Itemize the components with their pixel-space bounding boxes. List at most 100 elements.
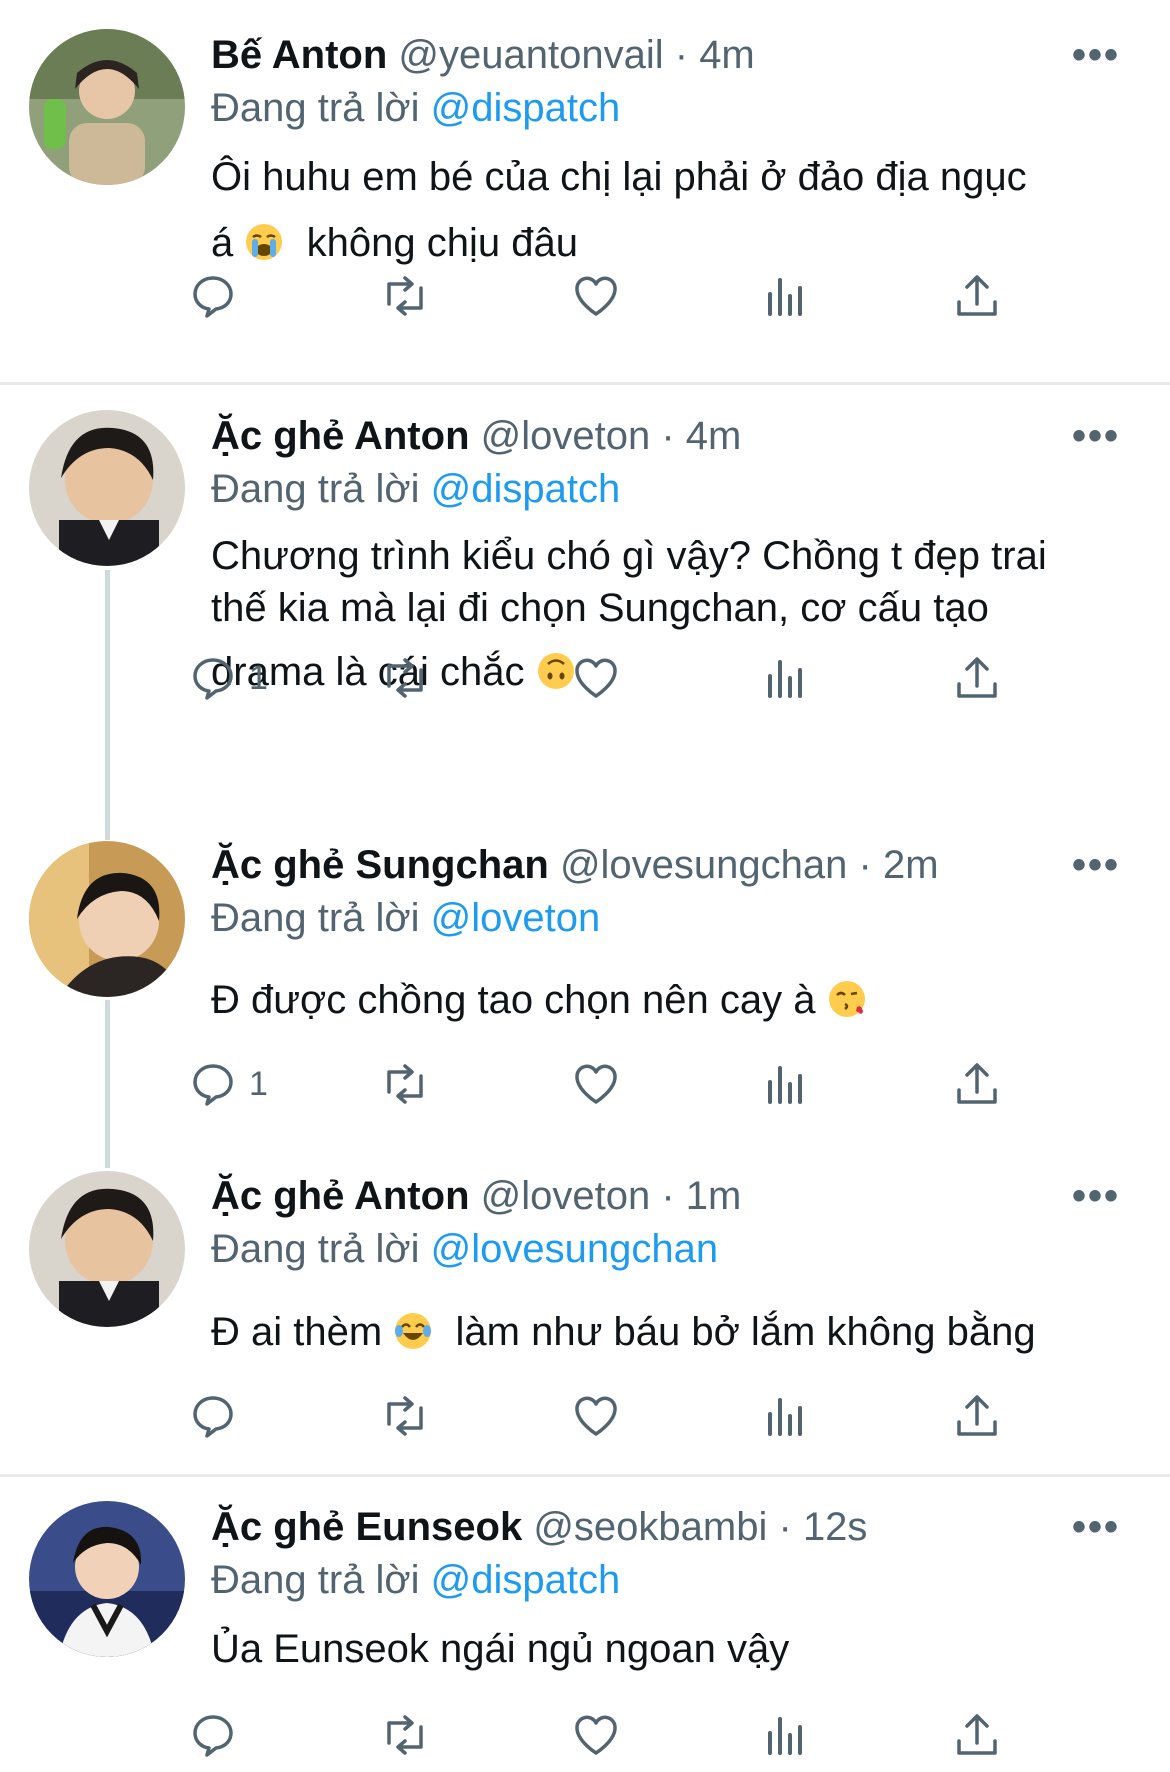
text-fragment: Đ được chồng tao chọn nên cay à	[211, 978, 816, 1022]
views-button[interactable]	[760, 1056, 812, 1112]
share-button[interactable]	[951, 268, 1003, 324]
reply-bubble-icon	[193, 1064, 233, 1106]
tears-of-joy-face-icon	[395, 1313, 432, 1349]
more-dots-icon[interactable]: •••	[1072, 27, 1120, 83]
replying-prefix: Đang trả lời	[211, 467, 431, 511]
more-dots-icon[interactable]: •••	[1072, 1499, 1120, 1555]
reply-button[interactable]	[187, 1707, 249, 1763]
views-button[interactable]	[760, 1388, 812, 1444]
like-button[interactable]	[570, 650, 622, 706]
text-fragment: Đ ai thèm	[211, 1310, 383, 1354]
retweet-button[interactable]	[379, 1056, 431, 1112]
like-button[interactable]	[570, 1388, 622, 1444]
more-dots-icon[interactable]: •••	[1072, 1168, 1120, 1224]
share-upload-icon	[957, 1714, 997, 1755]
reply-mention[interactable]: @lovesungchan	[431, 1227, 718, 1271]
action-bar: 1	[193, 650, 1031, 706]
text-line: Đ được chồng tao chọn nên cay à	[211, 971, 1141, 1029]
retweet-icon	[387, 1064, 423, 1104]
avatar[interactable]	[29, 410, 185, 566]
more-dots-icon[interactable]: •••	[1072, 408, 1120, 464]
share-button[interactable]	[951, 1388, 1003, 1444]
handle[interactable]: @lovesungchan	[560, 843, 847, 887]
tweet[interactable]: Ặc ghẻ Anton @loveton · 1m ••• Đang trả …	[0, 1146, 1170, 1474]
tweet[interactable]: Bế Anton @yeuantonvail · 4m ••• Đang trả…	[0, 0, 1170, 382]
retweet-button[interactable]	[379, 268, 431, 324]
separator: ·	[778, 1505, 803, 1549]
text-line: á không chịu đâu	[211, 214, 1141, 272]
share-upload-icon	[957, 1395, 997, 1436]
heart-icon	[575, 1064, 617, 1104]
reply-button[interactable]	[187, 268, 249, 324]
retweet-button[interactable]	[379, 1388, 431, 1444]
separator: ·	[674, 33, 700, 77]
reply-mention[interactable]: @dispatch	[431, 467, 621, 511]
views-button[interactable]	[760, 1707, 812, 1763]
display-name[interactable]: Ặc ghẻ Eunseok	[211, 1505, 522, 1549]
share-button[interactable]	[951, 650, 1003, 706]
timestamp[interactable]: 12s	[803, 1505, 868, 1549]
tweet-header: Ặc ghẻ Anton @loveton · 4m	[211, 408, 1170, 464]
display-name[interactable]: Ặc ghẻ Sungchan	[211, 843, 549, 887]
retweet-button[interactable]	[379, 1707, 431, 1763]
retweet-icon	[387, 1715, 423, 1755]
views-bar-chart-icon	[768, 660, 802, 698]
replying-to: Đang trả lời @dispatch	[211, 82, 620, 134]
action-bar	[193, 268, 1031, 324]
views-button[interactable]	[760, 650, 812, 706]
retweet-icon	[387, 1396, 423, 1436]
display-name[interactable]: Ặc ghẻ Anton	[211, 1174, 470, 1218]
avatar[interactable]	[29, 841, 185, 997]
share-button[interactable]	[951, 1707, 1003, 1763]
reply-mention[interactable]: @loveton	[431, 896, 601, 940]
reply-mention[interactable]: @dispatch	[431, 86, 621, 130]
reply-button[interactable]: 1	[187, 650, 268, 706]
retweet-button[interactable]	[379, 650, 431, 706]
more-dots-icon[interactable]: •••	[1072, 837, 1120, 893]
timestamp[interactable]: 4m	[686, 414, 742, 458]
reply-button[interactable]	[187, 1388, 249, 1444]
like-button[interactable]	[570, 1707, 622, 1763]
timestamp[interactable]: 1m	[686, 1174, 742, 1218]
handle[interactable]: @loveton	[481, 414, 651, 458]
reply-mention[interactable]: @dispatch	[431, 1558, 621, 1602]
views-bar-chart-icon	[768, 1398, 802, 1436]
reply-button[interactable]: 1	[187, 1056, 268, 1112]
handle[interactable]: @yeuantonvail	[398, 33, 663, 77]
like-button[interactable]	[570, 268, 622, 324]
heart-icon	[575, 276, 617, 316]
tweet[interactable]: Ặc ghẻ Eunseok @seokbambi · 12s ••• Đang…	[0, 1477, 1170, 1772]
avatar[interactable]	[29, 1501, 185, 1657]
replying-to: Đang trả lời @dispatch	[211, 1554, 620, 1606]
display-name[interactable]: Bế Anton	[211, 33, 387, 77]
replying-prefix: Đang trả lời	[211, 896, 431, 940]
avatar[interactable]	[29, 29, 185, 185]
like-button[interactable]	[570, 1056, 622, 1112]
views-bar-chart-icon	[768, 1066, 802, 1104]
tweet-text: Đ ai thèm làm như báu bở lắm không bằng	[211, 1303, 1141, 1361]
share-upload-icon	[957, 1063, 997, 1104]
tweet-header: Ặc ghẻ Anton @loveton · 1m	[211, 1168, 1170, 1224]
replying-prefix: Đang trả lời	[211, 1558, 431, 1602]
tweet[interactable]: Ặc ghẻ Sungchan @lovesungchan · 2m ••• Đ…	[0, 816, 1170, 1144]
share-button[interactable]	[951, 1056, 1003, 1112]
replying-prefix: Đang trả lời	[211, 1227, 431, 1271]
display-name[interactable]: Ặc ghẻ Anton	[211, 414, 470, 458]
timestamp[interactable]: 4m	[699, 33, 755, 77]
timestamp[interactable]: 2m	[883, 843, 939, 887]
avatar[interactable]	[29, 1171, 185, 1327]
separator: ·	[661, 414, 686, 458]
handle[interactable]: @seokbambi	[533, 1505, 767, 1549]
replying-prefix: Đang trả lời	[211, 86, 431, 130]
separator: ·	[858, 843, 883, 887]
handle[interactable]: @loveton	[481, 1174, 651, 1218]
reply-bubble-icon	[193, 1396, 233, 1438]
share-upload-icon	[957, 275, 997, 316]
reply-bubble-icon	[193, 1715, 233, 1757]
reply-bubble-icon	[193, 276, 233, 318]
retweet-icon	[387, 658, 423, 698]
views-button[interactable]	[760, 268, 812, 324]
tweet-header: Ặc ghẻ Eunseok @seokbambi · 12s	[211, 1499, 1170, 1555]
tweet-header: Bế Anton @yeuantonvail · 4m	[211, 27, 1170, 83]
tweet[interactable]: Ặc ghẻ Anton @loveton · 4m ••• Đang trả …	[0, 385, 1170, 805]
